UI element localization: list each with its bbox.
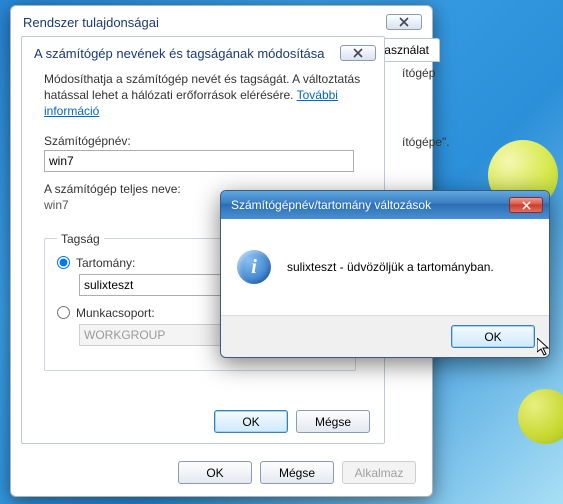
computer-name-label: Számítógépnév:: [44, 134, 366, 148]
close-icon: [353, 48, 363, 58]
domain-radio[interactable]: [57, 256, 70, 269]
close-icon: [522, 201, 531, 210]
info-icon: i: [237, 250, 271, 284]
apply-button: Alkalmaz: [342, 461, 416, 484]
domain-welcome-popup: Számítógépnév/tartomány változások i sul…: [220, 190, 550, 358]
cancel-button[interactable]: Mégse: [260, 461, 334, 484]
close-button[interactable]: [509, 197, 543, 213]
system-properties-title: Rendszer tulajdonságai: [23, 15, 159, 30]
system-properties-titlebar: Rendszer tulajdonságai: [11, 6, 432, 34]
computer-name-change-titlebar: A számítógép nevének és tagságának módos…: [22, 37, 384, 65]
ok-button[interactable]: OK: [214, 410, 288, 433]
computer-name-input[interactable]: [44, 150, 354, 172]
close-icon: [399, 17, 409, 27]
description-text: Módosíthatja a számítógép nevét és tagsá…: [44, 71, 366, 120]
computer-name-change-title: A számítógép nevének és tagságának módos…: [34, 46, 325, 61]
popup-titlebar: Számítógépnév/tartomány változások: [221, 191, 549, 219]
wallpaper-blob: [518, 389, 563, 444]
workgroup-label: Munkacsoport:: [76, 306, 155, 320]
ok-button[interactable]: OK: [178, 461, 252, 484]
close-button[interactable]: [386, 14, 422, 30]
cancel-button[interactable]: Mégse: [296, 410, 370, 433]
popup-title: Számítógépnév/tartomány változások: [231, 198, 431, 212]
close-button[interactable]: [340, 45, 376, 61]
popup-message: sulixteszt - üdvözöljük a tartományban.: [287, 260, 494, 274]
background-text-fragment: ítógép ítógépe".: [402, 66, 442, 204]
ok-button[interactable]: OK: [451, 325, 535, 348]
membership-legend: Tagság: [57, 232, 104, 246]
workgroup-radio[interactable]: [57, 306, 70, 319]
domain-label: Tartomány:: [76, 256, 135, 270]
